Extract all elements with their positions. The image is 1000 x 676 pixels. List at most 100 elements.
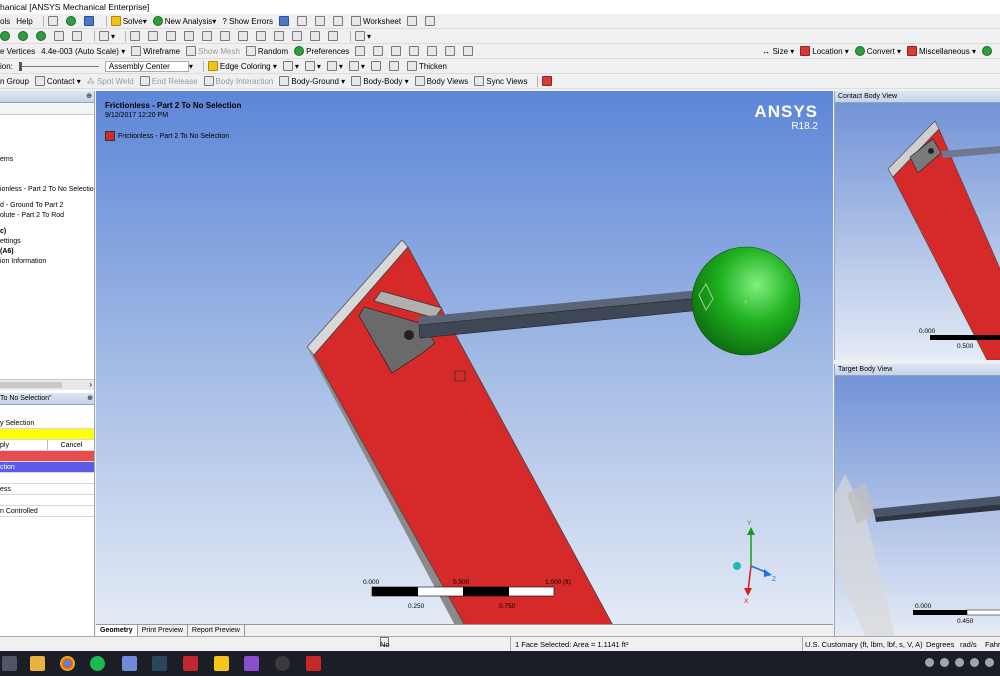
zoom-fit-icon[interactable] <box>202 30 214 43</box>
details-row-selection[interactable] <box>0 429 94 440</box>
toolbar-icon[interactable] <box>292 30 304 43</box>
edge-style-icon[interactable]: ▾ <box>282 60 299 73</box>
discord-icon[interactable] <box>122 656 137 671</box>
select-mode-icon[interactable]: ▾ <box>99 30 115 43</box>
spotify-icon[interactable] <box>90 656 105 671</box>
cursor-icon[interactable] <box>407 15 419 28</box>
toolbar-icon[interactable] <box>297 15 309 28</box>
tab-report-preview[interactable]: Report Preview <box>188 625 245 636</box>
tray-icon[interactable] <box>925 658 934 667</box>
vertex-scale-dropdown[interactable]: 4.4e-003 (Auto Scale) ▾ <box>41 45 125 58</box>
tree-item-frictionless[interactable]: ionless - Part 2 To No Selection <box>0 185 94 195</box>
show-vertices-toggle[interactable]: e Vertices <box>0 45 35 58</box>
edge-style-icon[interactable]: ▾ <box>326 60 343 73</box>
chrome-icon[interactable] <box>60 656 75 671</box>
pin-icon[interactable]: ⊕ <box>87 393 93 405</box>
zoom-icon[interactable] <box>166 30 178 43</box>
body-body-button[interactable]: Body-Body ▾ <box>351 75 409 88</box>
body-ground-button[interactable]: Body-Ground ▾ <box>279 75 345 88</box>
pin-icon[interactable]: ⊕ <box>86 91 94 102</box>
menu-help[interactable]: Help <box>16 15 32 28</box>
toolbar-icon[interactable] <box>391 45 403 58</box>
app-icon[interactable] <box>244 656 259 671</box>
details-row[interactable] <box>0 473 94 484</box>
convert-button[interactable]: Convert ▾ <box>854 45 901 58</box>
viewport-layout-icon[interactable]: ▾ <box>355 30 371 43</box>
tree-item[interactable]: ems <box>0 155 94 165</box>
toolbar-icon[interactable] <box>355 45 367 58</box>
toolbar-icon[interactable] <box>328 30 340 43</box>
tab-geometry[interactable]: Geometry <box>96 625 138 636</box>
angle-units[interactable]: Degrees <box>926 637 954 652</box>
pan-icon[interactable] <box>148 30 160 43</box>
tray-icon[interactable] <box>985 658 994 667</box>
graphics-viewport[interactable]: Frictionless - Part 2 To No Selection 9/… <box>96 91 833 624</box>
target-body-geometry[interactable]: 0.000 0.450 <box>835 364 1000 636</box>
connection-group-button[interactable]: n Group <box>0 75 29 88</box>
zoom-out-icon[interactable] <box>238 30 250 43</box>
tree-item[interactable]: c) <box>0 227 94 237</box>
apply-button[interactable]: ply <box>0 440 48 450</box>
details-row-type[interactable]: ess <box>0 484 94 495</box>
toolbar-icon[interactable] <box>256 30 268 43</box>
temperature-units[interactable]: Fahr <box>985 637 1000 652</box>
horizontal-scrollbar[interactable]: › <box>0 379 94 390</box>
task-view-icon[interactable] <box>2 656 17 671</box>
check-icon[interactable] <box>65 15 78 28</box>
details-row-scope[interactable]: y Selection <box>0 418 94 429</box>
toolbar-icon[interactable] <box>427 45 439 58</box>
tree-item[interactable]: ettings <box>0 237 94 247</box>
contact-body-view[interactable]: Contact Body View 0.000 0.500 <box>834 91 1000 360</box>
body-views-button[interactable]: Body Views <box>414 75 468 88</box>
toolbar-icon[interactable] <box>0 30 12 43</box>
assembly-center-dropdown[interactable]: Assembly Center ▾ <box>104 60 193 73</box>
body-interaction-button[interactable]: Body Interaction <box>203 75 273 88</box>
rotate-icon[interactable] <box>130 30 142 43</box>
rate-units[interactable]: rad/s <box>960 637 977 652</box>
contact-body-geometry[interactable]: 0.000 0.500 <box>835 91 1000 360</box>
model-geometry[interactable]: + 0.000 0.500 1.000 (ft) 0.250 0.750 Y Z… <box>96 91 833 624</box>
toolbar-icon[interactable] <box>315 15 327 28</box>
cancel-button[interactable]: Cancel <box>48 440 94 450</box>
file-explorer-icon[interactable] <box>30 656 45 671</box>
details-row-target[interactable] <box>0 451 94 462</box>
zoom-in-icon[interactable] <box>220 30 232 43</box>
toolbar-icon[interactable] <box>83 15 96 28</box>
location-button[interactable]: Location ▾ <box>800 45 849 58</box>
toolbar-icon[interactable] <box>274 30 286 43</box>
tree-item[interactable]: (A6) <box>0 247 94 257</box>
toolbar-icon[interactable] <box>542 75 554 88</box>
toolbar-icon[interactable] <box>388 60 401 73</box>
ansys-workbench-icon[interactable] <box>214 656 229 671</box>
toolbar-icon[interactable] <box>425 15 437 28</box>
toolbar-icon[interactable] <box>373 45 385 58</box>
tree-item[interactable]: olute - Part 2 To Rod <box>0 211 94 221</box>
sync-views-button[interactable]: Sync Views <box>474 75 527 88</box>
tray-icon[interactable] <box>955 658 964 667</box>
toolbar-icon[interactable] <box>47 15 60 28</box>
worksheet-button[interactable]: Worksheet <box>351 15 401 28</box>
target-body-view[interactable]: Target Body View 0.000 0.450 <box>834 364 1000 636</box>
show-errors-button[interactable]: ? Show Errors <box>222 15 273 28</box>
tab-print-preview[interactable]: Print Preview <box>138 625 188 636</box>
edge-style-icon[interactable]: ▾ <box>348 60 365 73</box>
edge-coloring-button[interactable]: Edge Coloring ▾ <box>207 60 277 73</box>
random-colors-button[interactable]: Random <box>245 45 288 58</box>
toolbar-icon[interactable] <box>445 45 457 58</box>
toolbar-icon[interactable] <box>409 45 421 58</box>
toolbar-icon[interactable] <box>36 30 48 43</box>
preferences-button[interactable]: Preferences <box>294 45 349 58</box>
toolbar-icon[interactable] <box>279 15 291 28</box>
scroll-right-icon[interactable]: › <box>89 380 92 390</box>
menu-tools[interactable]: ols <box>0 15 10 28</box>
tree-item[interactable]: d - Ground To Part 2 <box>0 201 94 211</box>
units-status[interactable]: U.S. Customary (ft, lbm, lbf, s, V, A) <box>802 637 923 652</box>
toolbar-icon[interactable] <box>54 30 66 43</box>
size-button[interactable]: ↔ Size ▾ <box>762 45 794 58</box>
show-mesh-button[interactable]: Show Mesh <box>186 45 240 58</box>
steam-icon[interactable] <box>152 656 167 671</box>
spot-weld-button[interactable]: ⁂ Spot Weld <box>87 75 134 88</box>
details-row-contact[interactable]: ction <box>0 462 94 473</box>
toolbar-icon[interactable] <box>982 45 994 58</box>
ansys-mechanical-icon[interactable] <box>306 656 321 671</box>
